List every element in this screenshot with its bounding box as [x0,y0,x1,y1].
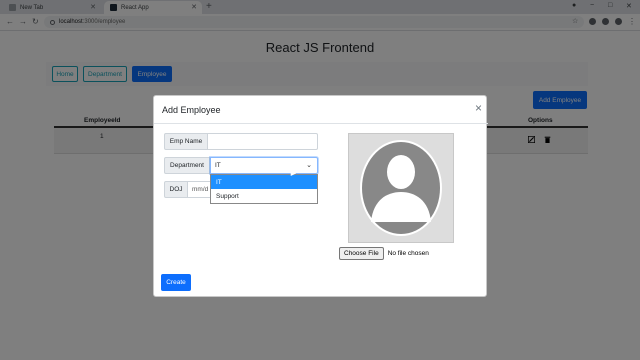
dropdown-option-support[interactable]: Support [211,189,317,203]
modal-header: Add Employee × [154,96,488,124]
dropdown-option-it[interactable]: IT [211,175,317,189]
chevron-down-icon: ⌄ [306,162,312,169]
add-employee-modal: Add Employee × Emp Name Department IT ⌄ … [153,95,488,297]
employee-photo [348,133,454,243]
department-selected-value: IT [215,162,221,169]
no-file-text: No file chosen [387,250,429,257]
department-select[interactable]: IT ⌄ [210,157,318,174]
department-label: Department [164,157,210,174]
close-icon[interactable]: × [475,101,482,115]
doj-label: DOJ [164,181,188,198]
emp-name-input[interactable] [208,133,318,150]
emp-name-label: Emp Name [164,133,208,150]
avatar-placeholder-icon [360,140,442,236]
create-button[interactable]: Create [161,274,191,291]
modal-title: Add Employee [162,105,221,115]
emp-name-group: Emp Name [164,133,318,150]
choose-file-button[interactable]: Choose File [339,247,384,260]
file-upload: Choose File No file chosen [339,247,429,260]
department-dropdown-list: IT Support [210,174,318,204]
